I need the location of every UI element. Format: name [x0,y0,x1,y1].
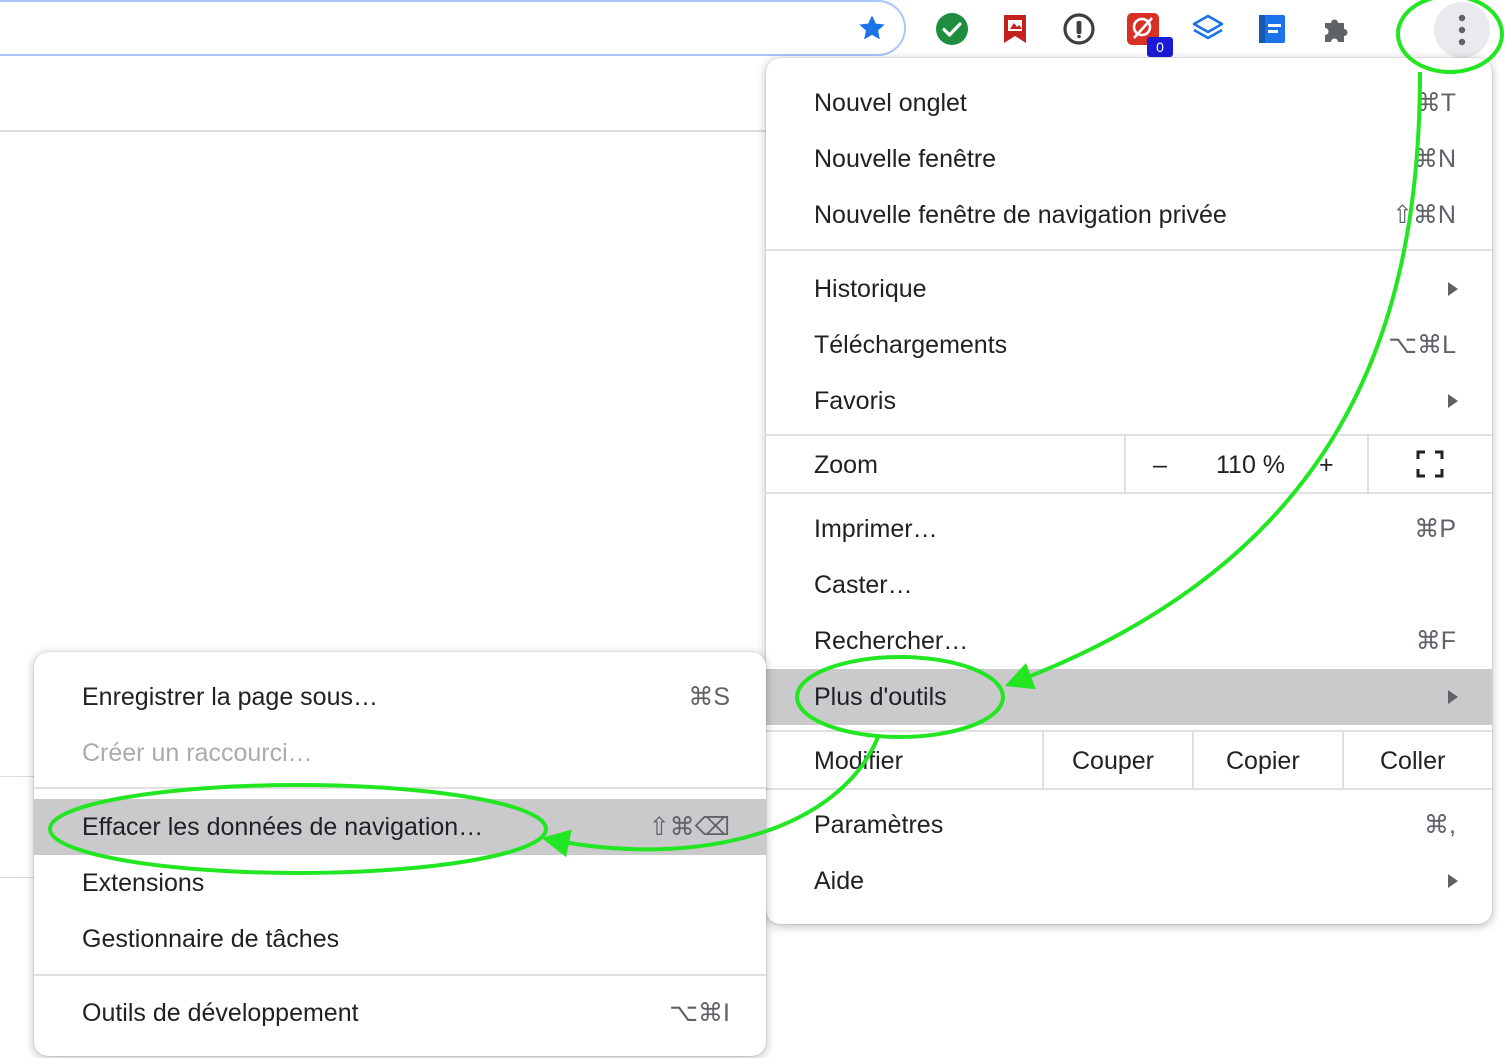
menu-item-print[interactable]: Imprimer… ⌘P [766,501,1492,557]
menu-item-shortcut: ⇧⌘⌫ [648,813,730,841]
edit-divider [1042,732,1044,788]
menu-item-label: Nouvel onglet [814,89,967,117]
more-tools-submenu: Enregistrer la page sous… ⌘S Créer un ra… [34,652,766,1056]
menu-item-shortcut: ⌘T [1415,89,1456,117]
menu-item-find[interactable]: Rechercher… ⌘F [766,613,1492,669]
menu-item-task-manager[interactable]: Gestionnaire de tâches [34,911,766,967]
submenu-arrow-icon [1448,282,1458,296]
zoom-level: 110 % [1216,451,1286,479]
more-vertical-icon[interactable] [1434,2,1490,58]
menu-item-label: Paramètres [814,811,944,839]
menu-item-label: Imprimer… [814,515,938,543]
menu-divider [766,434,1492,436]
menu-item-new-window[interactable]: Nouvelle fenêtre ⌘N [766,131,1492,187]
zoom-out-button[interactable]: – [1153,437,1167,493]
menu-item-new-incognito-window[interactable]: Nouvelle fenêtre de navigation privée ⇧⌘… [766,187,1492,243]
menu-item-label: Rechercher… [814,627,969,655]
paste-button[interactable]: Coller [1380,733,1445,789]
menu-item-label: Enregistrer la page sous… [82,683,378,711]
menu-item-label: Extensions [82,869,205,897]
menu-divider [34,974,766,976]
star-icon[interactable] [856,12,888,44]
menu-item-label: Créer un raccourci… [82,739,313,767]
menu-item-save-page[interactable]: Enregistrer la page sous… ⌘S [34,669,766,725]
chrome-main-menu: Nouvel onglet ⌘T Nouvelle fenêtre ⌘N Nou… [766,58,1492,924]
blue-book-extension-icon[interactable] [1255,12,1289,46]
menu-item-shortcut: ⌘S [688,683,730,711]
menu-item-label: Favoris [814,387,896,415]
menu-item-new-tab[interactable]: Nouvel onglet ⌘T [766,75,1492,131]
menu-item-label: Outils de développement [82,999,359,1027]
edit-divider [1342,732,1344,788]
menu-divider [766,249,1492,251]
menu-item-label: Caster… [814,571,913,599]
menu-item-developer-tools[interactable]: Outils de développement ⌥⌘I [34,985,766,1041]
menu-item-label: Nouvelle fenêtre [814,145,997,173]
zoom-divider [1124,436,1126,492]
menu-item-label: Modifier [814,747,903,775]
menu-item-label: Historique [814,275,927,303]
submenu-arrow-icon [1448,874,1458,888]
menu-item-help[interactable]: Aide [766,853,1492,909]
menu-item-label: Téléchargements [814,331,1008,359]
menu-item-zoom: Zoom – 110 % + [766,437,1492,493]
copy-button[interactable]: Copier [1226,733,1300,789]
puzzle-extension-icon[interactable] [1319,12,1353,46]
green-check-extension-icon[interactable] [935,12,969,46]
menu-item-shortcut: ⇧⌘N [1391,201,1456,229]
menu-item-shortcut: ⌘N [1412,145,1456,173]
zoom-in-button[interactable]: + [1319,437,1334,493]
menu-item-shortcut: ⌥⌘I [669,999,730,1027]
menu-item-bookmarks[interactable]: Favoris [766,373,1492,429]
menu-item-settings[interactable]: Paramètres ⌘, [766,797,1492,853]
fullscreen-icon[interactable] [1416,450,1444,478]
menu-divider [766,788,1492,790]
layers-extension-icon[interactable] [1191,12,1225,46]
toolbar-divider [0,130,770,132]
menu-item-shortcut: ⌥⌘L [1388,331,1456,359]
menu-item-clear-browsing-data[interactable]: Effacer les données de navigation… ⇧⌘⌫ [34,799,766,855]
bookmark-extension-icon[interactable] [998,12,1032,46]
menu-item-downloads[interactable]: Téléchargements ⌥⌘L [766,317,1492,373]
menu-item-label: Gestionnaire de tâches [82,925,340,953]
edit-divider [1192,732,1194,788]
menu-item-history[interactable]: Historique [766,261,1492,317]
menu-item-create-shortcut: Créer un raccourci… [34,725,766,781]
menu-item-label: Plus d'outils [814,683,947,711]
menu-divider [34,787,766,789]
cut-button[interactable]: Couper [1072,733,1154,789]
menu-item-label: Effacer les données de navigation… [82,813,484,841]
menu-item-shortcut: ⌘, [1424,811,1456,839]
zoom-divider [1367,436,1369,492]
menu-item-shortcut: ⌘P [1414,515,1456,543]
submenu-arrow-icon [1448,690,1458,704]
password-manager-extension-icon[interactable] [1062,12,1096,46]
menu-item-shortcut: ⌘F [1415,627,1456,655]
menu-item-extensions[interactable]: Extensions [34,855,766,911]
menu-divider [766,492,1492,494]
menu-item-more-tools[interactable]: Plus d'outils [766,669,1492,725]
menu-item-label: Aide [814,867,865,895]
extension-badge: 0 [1147,37,1173,57]
submenu-arrow-icon [1448,394,1458,408]
menu-item-label: Nouvelle fenêtre de navigation privée [814,201,1227,229]
menu-item-cast[interactable]: Caster… [766,557,1492,613]
menu-item-edit: Modifier Couper Copier Coller [766,733,1492,789]
menu-item-label: Zoom [814,451,878,479]
address-bar[interactable] [0,0,906,56]
menu-divider [766,730,1492,732]
